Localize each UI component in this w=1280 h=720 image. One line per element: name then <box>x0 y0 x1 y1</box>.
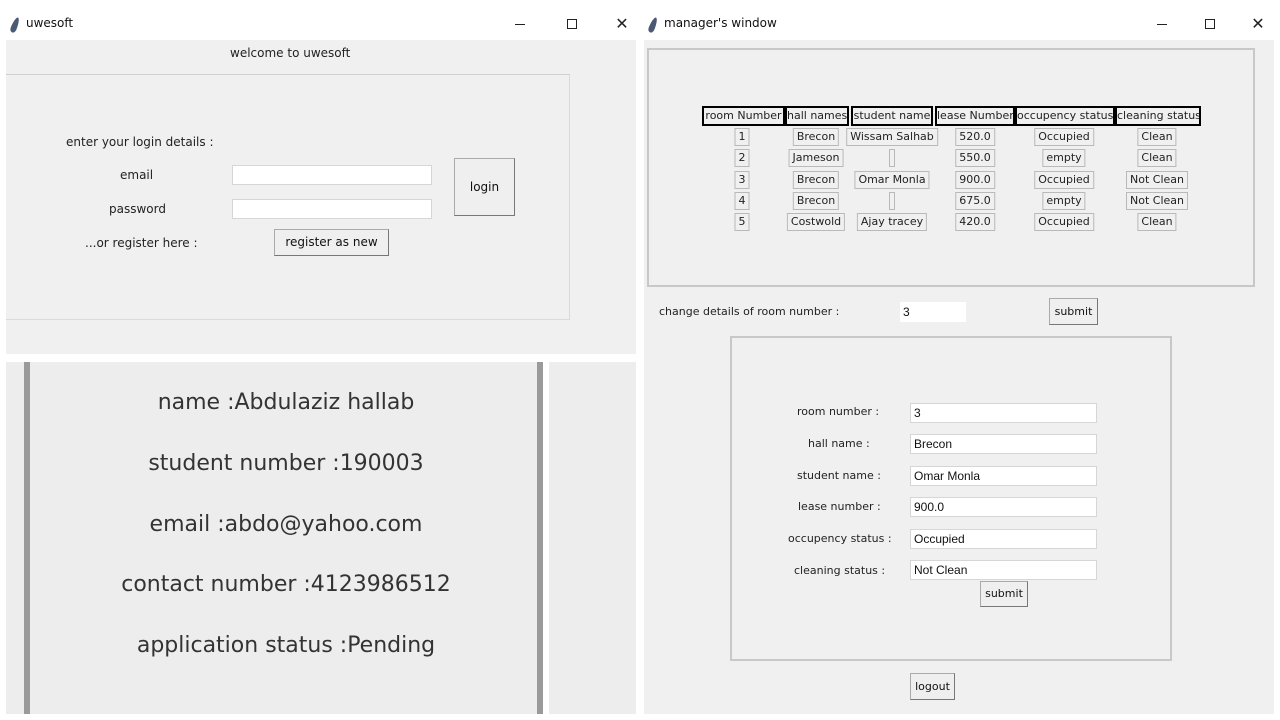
table-cell: Occupied <box>1034 171 1094 189</box>
table-cell: Clean <box>1137 149 1177 167</box>
lease-number-label: lease number : <box>798 500 881 513</box>
application-status: application status :Pending <box>136 633 436 658</box>
table-cell: 2 <box>734 149 750 167</box>
window-title: uwesoft <box>26 16 74 30</box>
table-cell: Clean <box>1137 128 1177 146</box>
table-cell <box>889 192 895 210</box>
table-cell: 520.0 <box>955 128 995 146</box>
submit-room-button[interactable]: submit <box>1049 298 1098 325</box>
table-cell: 1 <box>734 128 750 146</box>
contact-number: contact number :4123986512 <box>121 572 451 597</box>
minimize-icon[interactable] <box>1152 14 1172 34</box>
table-cell: Clean <box>1137 213 1177 231</box>
logout-button[interactable]: logout <box>910 673 955 700</box>
feather-icon <box>9 16 21 34</box>
table-cell: Occupied <box>1034 213 1094 231</box>
room-number-label: room number : <box>797 405 880 418</box>
register-button[interactable]: register as new <box>274 229 389 256</box>
password-field[interactable] <box>232 199 432 219</box>
table-cell: empty <box>1042 149 1086 167</box>
student-name: name :Abdulaziz hallab <box>157 390 415 415</box>
login-titlebar: uwesoft ✕ <box>6 8 636 40</box>
lease-number-field[interactable] <box>910 497 1097 517</box>
table-cell: Brecon <box>792 192 840 210</box>
submit-form-button[interactable]: submit <box>980 581 1028 607</box>
occupency-status-field[interactable] <box>910 529 1097 549</box>
table-cell: Not Clean <box>1126 192 1188 210</box>
hall-name-field[interactable] <box>910 434 1097 454</box>
student-number: student number :190003 <box>148 451 424 476</box>
table-cell: Jameson <box>788 149 844 167</box>
header-cleaning-status: cleaning status <box>1115 106 1201 126</box>
table-cell: Not Clean <box>1126 171 1188 189</box>
student-name-label: student name : <box>797 469 881 482</box>
table-cell <box>889 149 895 167</box>
table-cell: 550.0 <box>955 149 995 167</box>
maximize-icon[interactable] <box>562 14 582 34</box>
table-cell: Brecon <box>792 128 840 146</box>
header-hall-names: hall names <box>785 106 849 126</box>
occupency-status-label: occupency status : <box>788 532 892 545</box>
hall-name-label: hall name : <box>808 437 870 450</box>
welcome-label: welcome to uwesoft <box>230 46 351 60</box>
minimize-icon[interactable] <box>510 14 530 34</box>
cleaning-status-label: cleaning status : <box>794 564 886 577</box>
right-gap <box>543 362 549 714</box>
room-number-field[interactable] <box>910 403 1097 423</box>
register-prompt: ...or register here : <box>85 236 198 250</box>
student-email: email :abdo@yahoo.com <box>149 512 423 537</box>
email-label: email <box>120 168 154 182</box>
password-label: password <box>109 202 166 216</box>
table-cell: Ajay tracey <box>856 213 928 231</box>
email-field[interactable] <box>232 165 432 185</box>
login-window: uwesoft ✕ welcome to uwesoft enter your … <box>6 8 636 354</box>
table-cell: Omar Monla <box>854 171 930 189</box>
close-icon[interactable]: ✕ <box>612 14 632 34</box>
login-prompt: enter your login details : <box>66 135 214 149</box>
header-lease-number: lease Number <box>935 106 1015 126</box>
window-title: manager's window <box>664 16 777 30</box>
header-room-number: room Number <box>702 106 785 126</box>
table-cell: 4 <box>734 192 750 210</box>
student-name-field[interactable] <box>910 466 1097 486</box>
table-cell: Brecon <box>792 171 840 189</box>
change-room-label: change details of room number : <box>659 305 840 318</box>
change-room-field[interactable] <box>900 302 966 322</box>
login-button[interactable]: login <box>454 158 515 216</box>
table-cell: 675.0 <box>955 192 995 210</box>
table-cell: 900.0 <box>955 171 995 189</box>
close-icon[interactable]: ✕ <box>1248 14 1268 34</box>
table-cell: 5 <box>734 213 750 231</box>
table-cell: Wissam Salhab <box>846 128 938 146</box>
table-cell: 420.0 <box>955 213 995 231</box>
table-cell: 3 <box>734 171 750 189</box>
cleaning-status-field[interactable] <box>910 560 1097 580</box>
manager-titlebar: manager's window ✕ <box>644 8 1274 40</box>
table-cell: empty <box>1042 192 1086 210</box>
feather-icon <box>647 16 659 34</box>
table-cell: Occupied <box>1034 128 1094 146</box>
maximize-icon[interactable] <box>1200 14 1220 34</box>
header-occupency-status: occupency status <box>1015 106 1115 126</box>
rooms-table-frame <box>647 48 1255 287</box>
table-cell: Costwold <box>786 213 846 231</box>
header-student-name: student name <box>851 106 933 126</box>
